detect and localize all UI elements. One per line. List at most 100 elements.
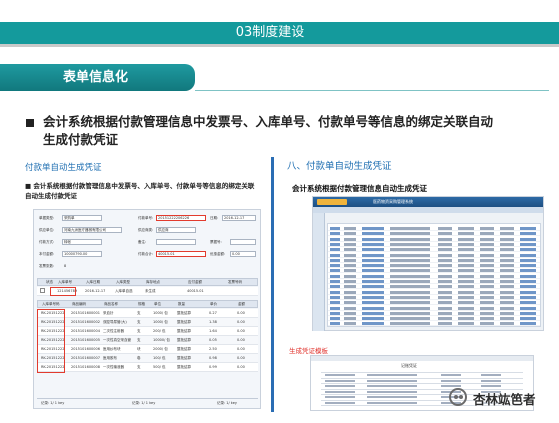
cell-placeholder [344,322,356,326]
system-grid [327,223,541,327]
cell-placeholder [458,253,474,257]
cell-placeholder [438,311,452,315]
cell-placeholder [458,280,474,283]
grid-cell: 2.50 [209,347,217,351]
supplier-type-field[interactable]: 供应商 [156,227,196,233]
cell-placeholder [344,306,356,310]
table-row[interactable] [328,268,540,274]
cell-placeholder [458,232,474,236]
grid-header: 状态 入库单号 入库日期 入库类型 库存地点 应付金额 发票号码 [37,278,258,286]
voucher-toolbar [311,356,533,361]
date-field[interactable]: 2016-12-17 [222,215,256,221]
table-row[interactable] [328,321,540,327]
voucher-cell-placeholder [325,396,355,398]
grid-cell: 二次性注射器 [103,329,124,333]
table-row[interactable] [328,300,540,306]
cell-placeholder [520,290,536,294]
grid-cell: 支 [137,311,141,315]
grid-cell: 采血针 [103,311,114,315]
table-row[interactable] [328,231,540,237]
voucher-cell-placeholder [367,374,417,376]
cell-placeholder [344,311,356,315]
table-row[interactable]: RK-20151222 2015101600002 双腔导尿管(大) 支 1000/ 包… [37,318,258,327]
cell-placeholder [362,306,384,310]
cell-placeholder [520,227,536,230]
cell-placeholder [362,274,384,278]
cell-placeholder [480,311,494,315]
voucher-cell-placeholder [367,379,417,382]
table-row[interactable] [328,284,540,290]
table-row[interactable] [328,290,540,295]
grid-header-cell: 商品名称 [104,302,118,306]
cell-placeholder [438,248,452,252]
table-row[interactable]: RK-20151222 2015101600006 医用纱布块块 2000/ 包整批结… [37,345,258,354]
table-row[interactable] [328,247,540,253]
bill-no-field[interactable] [230,239,256,245]
discount-field[interactable]: 0.00 [230,251,256,257]
form-label: 付款合计: [138,252,154,256]
remark-field[interactable] [156,239,196,245]
table-row[interactable] [328,295,540,300]
table-row[interactable]: RK-20151222 2015101600008 一次性输液器支 500/ 包整批结… [37,363,258,372]
table-row[interactable] [328,316,540,322]
table-row[interactable] [328,237,540,242]
row-checkbox[interactable] [40,288,45,293]
cell-placeholder [330,227,340,230]
cell-placeholder [458,274,474,278]
cell-placeholder [500,301,514,305]
amount-field[interactable]: 10000790.00 [62,251,102,257]
voucher-cell-placeholder [325,390,355,393]
slide: 03制度建设 表单信息化 会计系统根据付款管理信息中发票号、入库单号、付款单号等… [0,0,559,423]
table-row[interactable]: RK-20151222 2015101600001 采血针支 1000/ 包整批结算 0… [37,309,258,318]
table-row[interactable]: RK-20151222 2015101600005 一次性真空采血管支 10000/ … [37,336,258,345]
table-row[interactable] [328,274,540,279]
cell-placeholder [344,280,356,283]
cell-placeholder [390,269,430,273]
left-panel-title: 付款单自动生成凭证 [25,163,102,173]
table-row[interactable] [328,253,540,258]
cell-placeholder [520,306,536,310]
table-row[interactable] [328,226,540,231]
supplier-field[interactable]: 河南九洲医疗器械有限公司 [62,227,122,233]
voucher-cell-placeholder [325,374,355,376]
grid-cell: 整批结算 [177,320,191,324]
table-row[interactable] [328,263,540,269]
header-bar: 03制度建设 [0,22,559,44]
grid-cell: 0.00 [237,365,245,369]
table-row[interactable] [328,311,540,316]
cell-placeholder [330,269,340,273]
cell-placeholder [390,290,430,294]
payment-no-field[interactable]: 20151222206226 [156,215,206,221]
cell-placeholder [330,253,340,257]
voucher-cell-placeholder [481,374,501,376]
watermark: 杏林竑笆者 [449,386,549,408]
payment-total-field[interactable]: 40015.01 [156,251,206,257]
grid-cell: 500/ 包 [153,365,166,369]
cell-placeholder [458,237,474,241]
grid-cell: 整批结算 [177,329,191,333]
grid-cell: 0.99 [209,365,217,369]
cell-placeholder [520,311,536,315]
form-field[interactable]: 采购单 [62,215,102,221]
grid-cell: 整批结算 [177,338,191,342]
cell-placeholder [390,232,430,236]
table-row[interactable] [328,258,540,263]
cell-placeholder [500,295,514,299]
cell-placeholder [344,274,356,278]
system-screenshot: 医药物资采购管理系统 [312,196,544,331]
cell-placeholder [390,311,430,315]
table-row[interactable]: RK-20151222 2015101600004 二次性注射器支 200/ 包整批结… [37,327,258,336]
table-row[interactable]: RK-20151222 2015101600007 医用胶布卷 100/ 包整批结算 0… [37,354,258,363]
cell-placeholder [362,290,384,294]
table-row[interactable] [328,279,540,284]
cell-placeholder [390,322,430,326]
table-row[interactable] [328,242,540,247]
table-row[interactable] [328,306,540,311]
payment-method-field[interactable]: 转帐 [62,239,102,245]
grid-header-cell: 规格 [138,302,145,306]
cell-placeholder [520,248,536,252]
grid-cell: 2015101600006 [71,347,100,351]
form-label: 单据类型: [39,216,55,220]
cell-placeholder [438,253,452,257]
wechat-logo-icon [449,388,467,406]
